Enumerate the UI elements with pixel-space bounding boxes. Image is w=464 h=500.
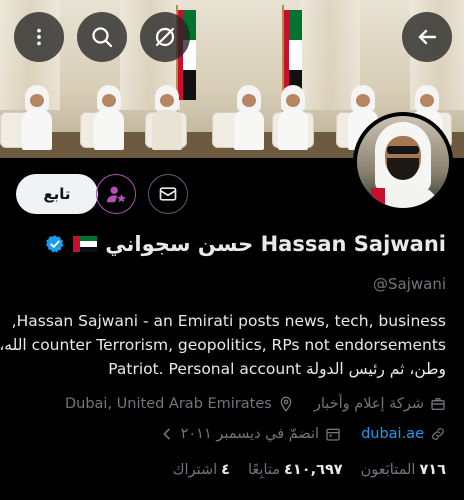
envelope-icon <box>159 187 177 201</box>
bio-line: counter Terrorism, geopolitics, RPs not … <box>0 336 446 354</box>
profile-website-link[interactable]: dubai.ae <box>361 426 424 442</box>
subscriptions-stat[interactable]: ٤اشتراك <box>173 462 230 478</box>
profile-stats: ٧١٦المتابَعون ٤١٠,٦٩٧متابِعًا ٤اشتراك <box>173 462 446 478</box>
chevron-left-icon[interactable] <box>159 426 175 442</box>
mute-button[interactable] <box>140 12 190 62</box>
verified-badge-icon <box>46 235 64 253</box>
profile-category: شركة إعلام وأخبار <box>313 396 424 412</box>
profile-meta-row-1: Dubai, United Arab Emirates شركة إعلام و… <box>65 396 446 412</box>
briefcase-icon <box>431 398 445 410</box>
slash-icon <box>155 27 175 47</box>
follow-button-label: تابع <box>43 185 71 203</box>
subscriptions-label: اشتراك <box>172 462 218 478</box>
search-button[interactable] <box>77 12 127 62</box>
arrow-left-icon <box>418 29 437 45</box>
profile-meta-row-2: انضمّ في ديسمبر ٢٠١١ dubai.ae <box>159 426 446 442</box>
followers-label: متابِعًا <box>248 462 281 478</box>
profile-avatar[interactable] <box>353 112 453 212</box>
location-pin-icon <box>280 396 292 412</box>
more-options-button[interactable] <box>14 12 64 62</box>
uae-flag-icon <box>73 236 98 252</box>
profile-joined: انضمّ في ديسمبر ٢٠١١ <box>180 426 320 442</box>
bio-line: وطن، ثم رئيس الدولة Patriot. Personal ac… <box>108 360 446 378</box>
followers-count: ٤١٠,٦٩٧ <box>284 462 343 478</box>
subscriptions-count: ٤ <box>221 462 231 478</box>
search-icon <box>92 27 113 48</box>
back-button[interactable] <box>402 12 452 62</box>
link-icon <box>432 428 444 440</box>
message-button[interactable] <box>148 174 188 214</box>
profile-bio: Hassan Sajwani - an Emirati posts news, … <box>0 309 446 381</box>
calendar-icon <box>326 428 340 441</box>
following-stat[interactable]: ٧١٦المتابَعون <box>361 462 446 478</box>
person-star-icon <box>106 186 126 203</box>
more-vertical-icon <box>37 28 41 46</box>
profile-name: حسن سجواني Hassan Sajwani <box>105 232 446 256</box>
profile-location: Dubai, United Arab Emirates <box>64 396 272 412</box>
following-count: ٧١٦ <box>419 462 446 478</box>
profile-name-row: حسن سجواني Hassan Sajwani <box>45 229 446 259</box>
following-label: المتابَعون <box>360 462 416 478</box>
profile-handle: @Sajwani <box>372 275 446 293</box>
followers-stat[interactable]: ٤١٠,٦٩٧متابِعًا <box>248 462 343 478</box>
subscribe-button[interactable] <box>96 174 136 214</box>
follow-button[interactable]: تابع <box>16 174 98 214</box>
bio-line: Hassan Sajwani - an Emirati posts news, … <box>11 312 446 330</box>
